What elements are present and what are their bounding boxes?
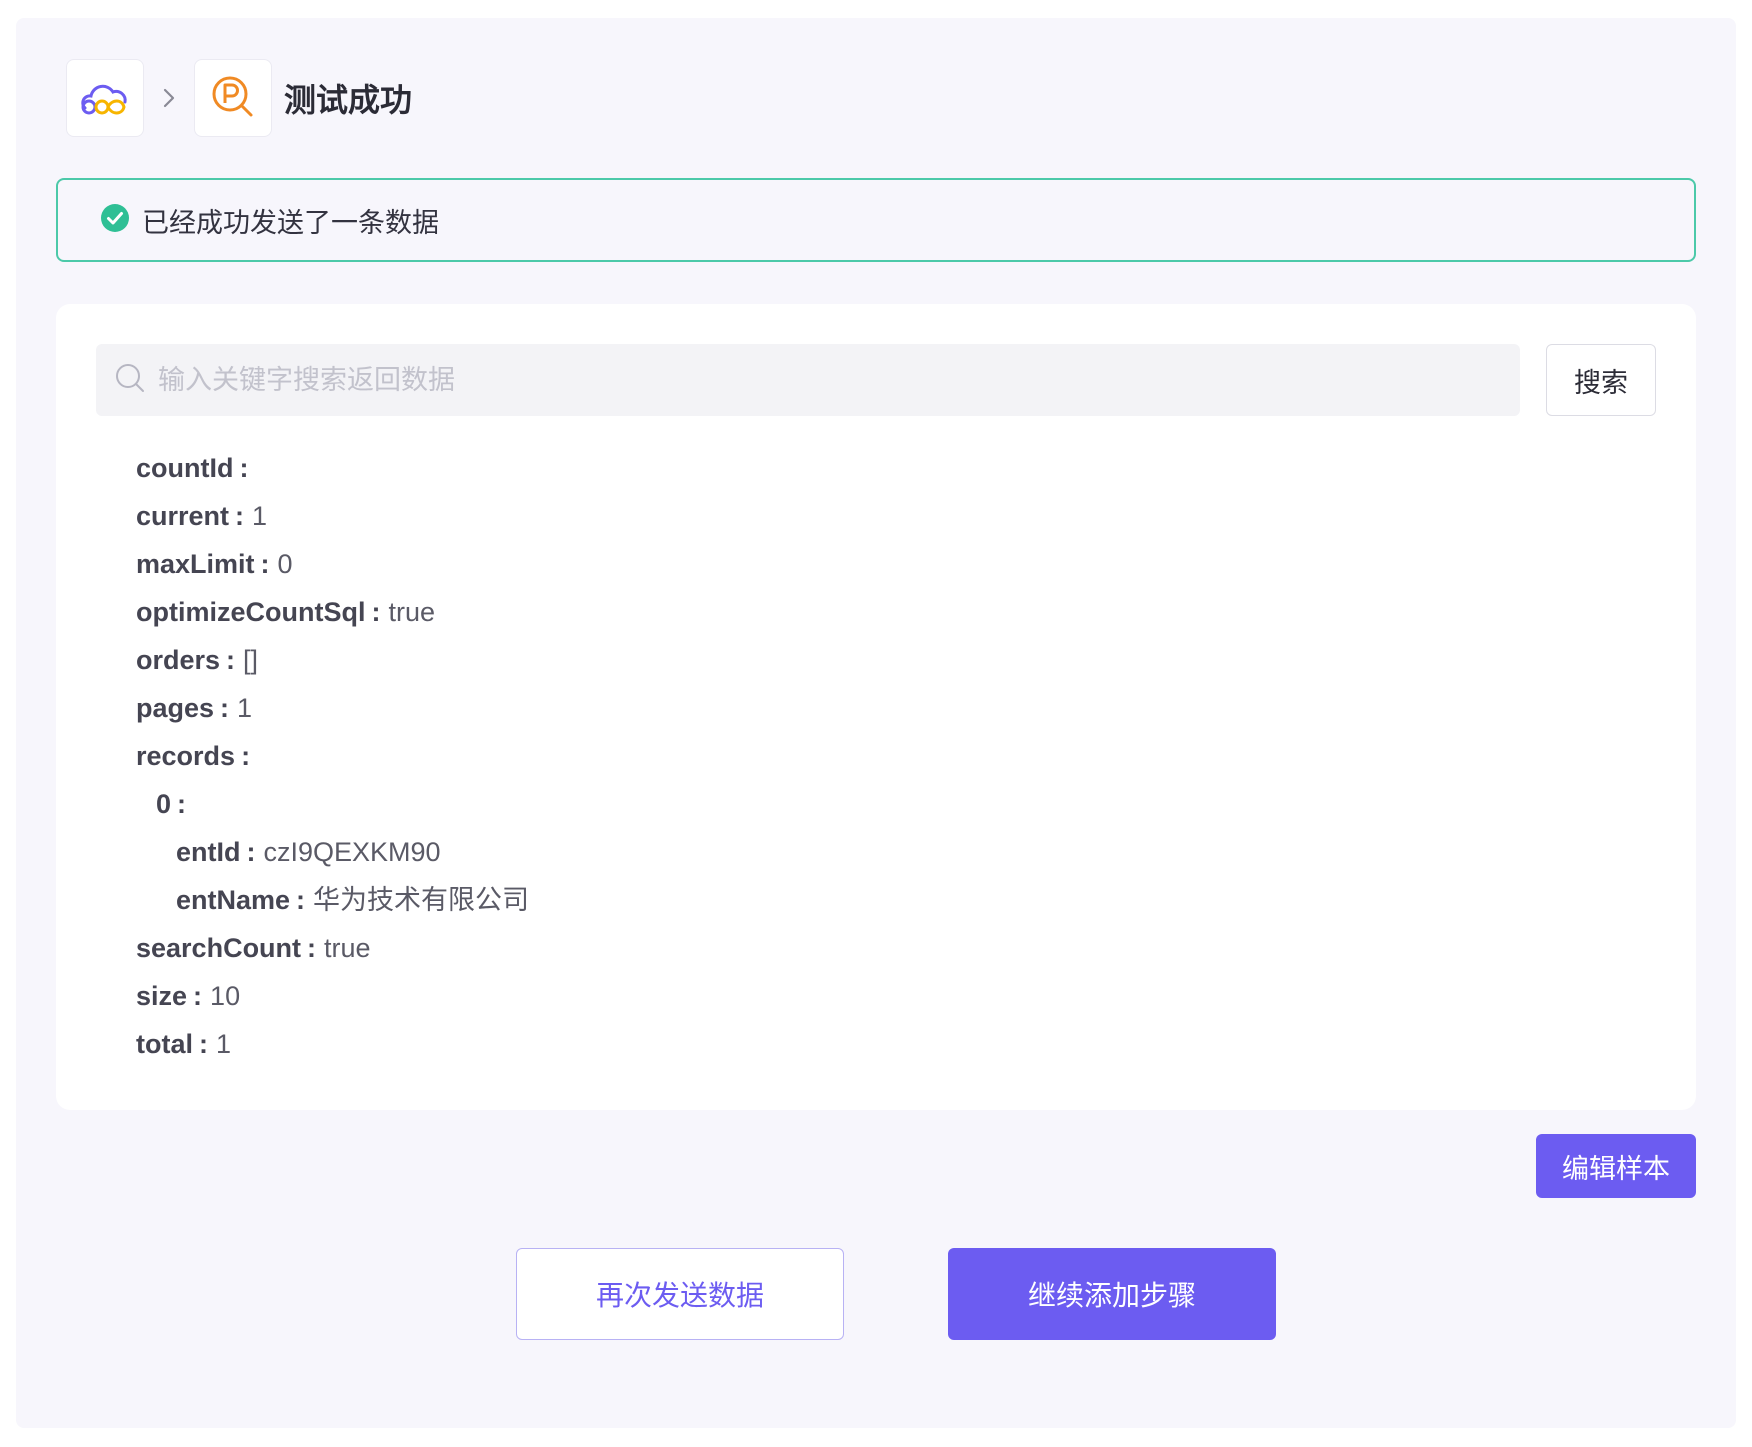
chevron-right-icon bbox=[144, 87, 194, 109]
step-icon-box[interactable] bbox=[194, 59, 272, 137]
data-row-pages: pages:1 bbox=[136, 693, 253, 723]
cloud-app-icon bbox=[77, 74, 133, 123]
data-row-entName: entName: 华为技术有限公司 bbox=[176, 885, 530, 915]
success-banner: 已经成功发送了一条数据 bbox=[56, 178, 1696, 262]
app-icon-box[interactable] bbox=[66, 59, 144, 137]
data-row-maxLimit: maxLimit:0 bbox=[136, 549, 293, 579]
data-row-countId: countId: bbox=[136, 453, 249, 483]
success-message: 已经成功发送了一条数据 bbox=[142, 207, 439, 238]
page-title: 测试成功 bbox=[284, 82, 413, 118]
breadcrumb: 测试成功 bbox=[66, 58, 412, 138]
data-row-size: size:10 bbox=[136, 981, 241, 1011]
main-panel: 测试成功 已经成功发送了一条数据 搜索 countId: current:1 m… bbox=[16, 18, 1736, 1428]
data-row-searchCount: searchCount: true bbox=[136, 933, 371, 963]
data-row-orders: orders:[] bbox=[136, 645, 259, 675]
check-circle-icon bbox=[100, 203, 130, 238]
data-row-total: total:1 bbox=[136, 1029, 232, 1059]
resend-data-button[interactable]: 再次发送数据 bbox=[516, 1248, 844, 1340]
response-data-card: 搜索 countId: current:1 maxLimit:0 optimiz… bbox=[56, 304, 1696, 1110]
data-row-current: current:1 bbox=[136, 501, 268, 531]
data-row-optimizeCountSql: optimizeCountSql: true bbox=[136, 597, 436, 627]
search-icon bbox=[114, 362, 146, 399]
search-field[interactable] bbox=[96, 344, 1520, 416]
continue-add-step-button[interactable]: 继续添加步骤 bbox=[948, 1248, 1276, 1340]
search-input[interactable] bbox=[156, 363, 1460, 397]
edit-sample-button[interactable]: 编辑样本 bbox=[1536, 1134, 1696, 1198]
data-row-records-0: 0: bbox=[156, 789, 187, 819]
data-row-records: records: bbox=[136, 741, 251, 771]
data-row-entId: entId: czI9QEXKM90 bbox=[176, 837, 441, 867]
search-button[interactable]: 搜索 bbox=[1546, 344, 1656, 416]
p-search-icon bbox=[209, 73, 257, 124]
response-data-tree: countId: current:1 maxLimit:0 optimizeCo… bbox=[136, 444, 529, 1068]
